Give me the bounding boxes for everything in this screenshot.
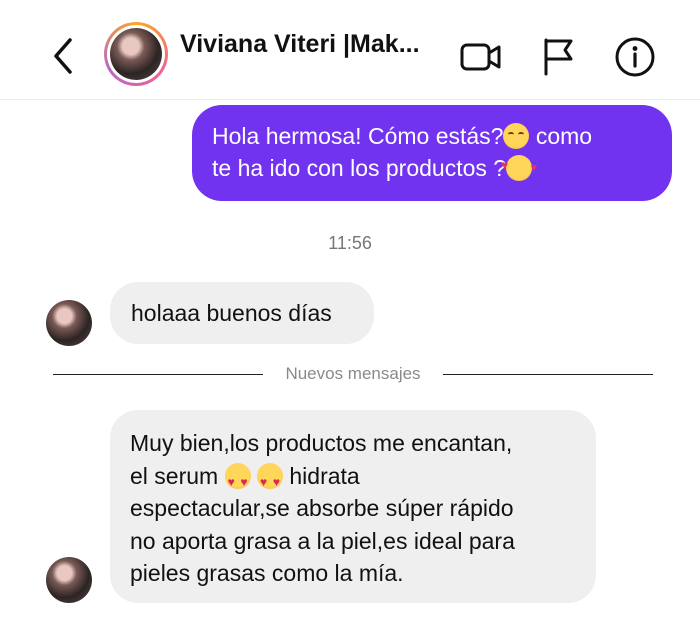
- smiling-blush-emoji-icon: [503, 123, 530, 149]
- smiling-face-with-hearts-emoji-icon: [501, 149, 537, 184]
- message-timestamp: 11:56: [328, 233, 372, 253]
- message-line: Hola hermosa! Cómo estás? como: [212, 120, 650, 152]
- message-line: te ha ido con los productos ?: [212, 149, 650, 184]
- message-line: espectacular,se absorbe súper rápido: [130, 495, 514, 521]
- contact-avatar[interactable]: [104, 22, 168, 86]
- video-camera-icon[interactable]: [460, 40, 502, 74]
- sender-avatar[interactable]: [46, 300, 92, 346]
- new-messages-divider: Nuevos mensajes: [53, 362, 653, 386]
- message-text: hidrata: [282, 462, 360, 489]
- message-line: pieles grasas como la mía.: [130, 560, 404, 586]
- message-text: holaaa buenos días: [131, 300, 332, 326]
- incoming-message-bubble[interactable]: holaaa buenos días: [110, 282, 374, 344]
- message-text: te ha ido con los productos ?: [212, 155, 507, 181]
- flag-icon[interactable]: [540, 36, 576, 76]
- message-line: el serum hidrata: [130, 460, 578, 498]
- info-icon[interactable]: [614, 36, 656, 78]
- avatar-image: [110, 28, 162, 80]
- incoming-message-bubble[interactable]: Muy bien,los productos me encantan, el s…: [110, 410, 596, 603]
- message-line: no aporta grasa a la piel,es ideal para: [130, 527, 515, 554]
- sender-avatar[interactable]: [46, 557, 92, 603]
- message-text: Hola hermosa! Cómo estás?: [212, 123, 504, 149]
- message-line: Muy bien,los productos me encantan,: [130, 430, 513, 456]
- divider-line: [443, 374, 653, 375]
- outgoing-message-bubble[interactable]: Hola hermosa! Cómo estás? como te ha ido…: [192, 105, 672, 201]
- contact-name[interactable]: Viviana Viteri |Mak...: [180, 30, 420, 59]
- message-text: como: [529, 123, 593, 149]
- back-chevron-icon[interactable]: [48, 34, 82, 78]
- heart-eyes-emoji-icon: [256, 462, 283, 498]
- chat-header: Viviana Viteri |Mak...: [0, 0, 700, 100]
- heart-eyes-emoji-icon: [224, 462, 251, 498]
- message-text: el serum: [130, 462, 225, 489]
